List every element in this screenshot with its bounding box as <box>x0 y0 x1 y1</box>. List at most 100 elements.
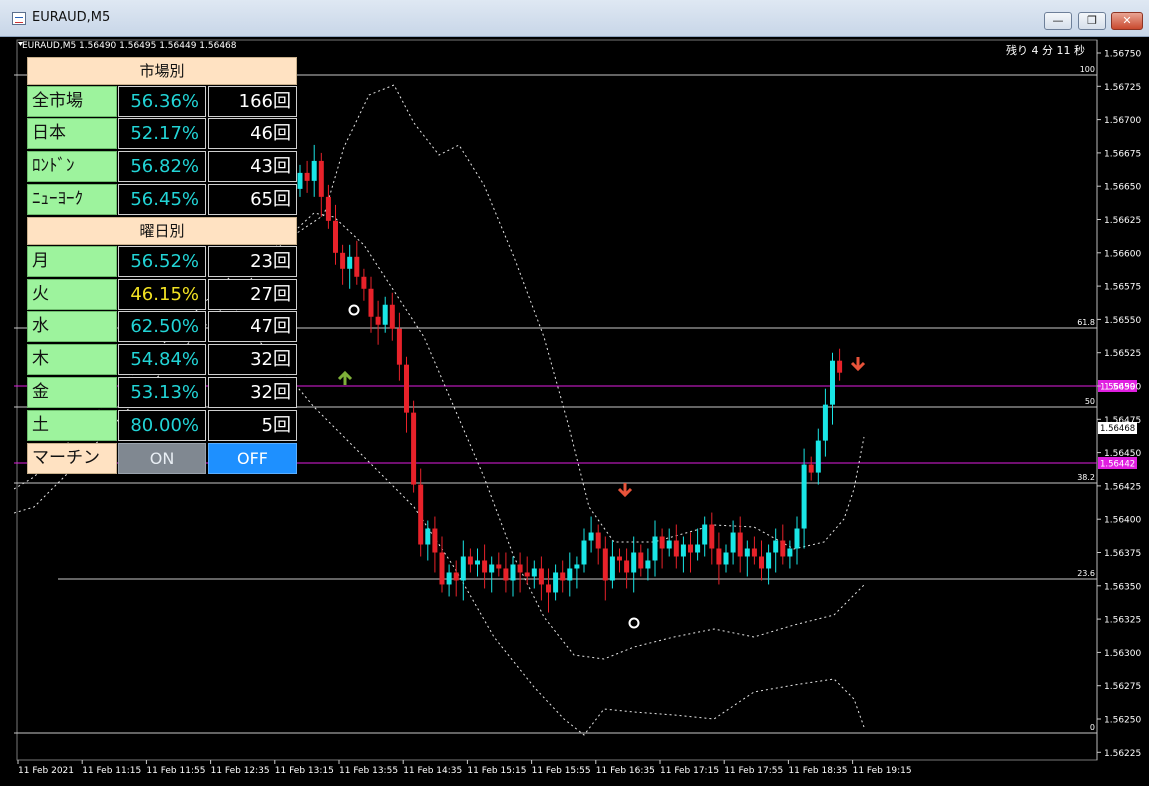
price-tick-label: 1.56625 <box>1104 216 1141 226</box>
price-tick-label: 1.56550 <box>1104 316 1141 326</box>
martingale-on-button[interactable]: ON <box>118 443 206 474</box>
martingale-label: マーチン <box>27 443 117 474</box>
bear-candle-body <box>709 524 715 549</box>
bear-candle-body <box>375 316 381 325</box>
market-row-london: ﾛﾝﾄﾞﾝ 56.82% 43回 <box>27 151 299 182</box>
price-tick-label: 1.56675 <box>1104 149 1141 159</box>
bull-candle-body <box>730 532 736 553</box>
time-tick-label: 11 Feb 14:35 <box>403 766 462 776</box>
weekday-row-mon: 月 56.52% 23回 <box>27 246 299 277</box>
bear-candle-body <box>617 556 622 561</box>
martingale-off-button[interactable]: OFF <box>208 443 297 474</box>
fib-level-label: 0 <box>1090 723 1095 732</box>
bull-candle-body <box>460 556 466 581</box>
weekday-row-sat: 土 80.00% 5回 <box>27 410 299 441</box>
magenta-price-label: 1.56442 <box>1100 460 1135 470</box>
bear-candle-body <box>318 160 324 197</box>
bull-candle-body <box>446 572 452 585</box>
chart-header: EURAUD,M5 1.56490 1.56495 1.56449 1.5646… <box>22 41 237 51</box>
time-tick-label: 11 Feb 11:55 <box>146 766 205 776</box>
price-tick-label: 1.56600 <box>1104 249 1141 259</box>
market-label: ﾆｭｰﾖｰｸ <box>27 184 117 215</box>
bear-candle-body <box>482 560 488 573</box>
weekday-label: 火 <box>27 279 117 310</box>
bull-candle-body <box>425 528 431 545</box>
weekday-trade-count: 32回 <box>208 344 297 375</box>
weekday-header: 曜日別 <box>27 217 297 245</box>
price-tick-label: 1.56350 <box>1104 582 1141 592</box>
weekday-trade-count: 47回 <box>208 311 297 342</box>
bull-candle-body <box>489 564 495 573</box>
fib-level-label: 50 <box>1085 397 1095 406</box>
bear-candle-body <box>453 572 459 581</box>
bear-candle-body <box>411 412 417 485</box>
bull-candle-body <box>773 540 779 553</box>
weekday-win-rate: 80.00% <box>118 410 206 441</box>
time-tick-label: 11 Feb 12:35 <box>211 766 270 776</box>
fib-level-label: 38.2 <box>1077 473 1095 482</box>
price-tick-label: 1.56475 <box>1104 416 1141 426</box>
bear-candle-body <box>560 572 566 581</box>
bull-candle-body <box>723 552 729 565</box>
time-tick-label: 11 Feb 11:15 <box>82 766 141 776</box>
bear-candle-body <box>467 556 473 565</box>
bear-candle-body <box>524 572 530 577</box>
bear-candle-body <box>595 532 601 549</box>
bull-candle-body <box>510 564 516 581</box>
bear-candle-body <box>439 552 445 585</box>
weekday-row-fri: 金 53.13% 32回 <box>27 377 299 408</box>
bear-candle-body <box>780 540 786 557</box>
weekday-label: 月 <box>27 246 117 277</box>
market-trade-count: 166回 <box>208 86 297 117</box>
weekday-label: 木 <box>27 344 117 375</box>
market-label: 全市場 <box>27 86 117 117</box>
close-button[interactable]: ✕ <box>1111 12 1143 30</box>
price-tick-label: 1.56750 <box>1104 50 1141 60</box>
bull-candle-body <box>588 532 594 541</box>
window-title: EURAUD,M5 <box>32 10 111 25</box>
bull-candle-body <box>652 536 658 561</box>
price-tick-label: 1.56425 <box>1104 482 1141 492</box>
market-win-rate: 56.45% <box>118 184 206 215</box>
weekday-label: 水 <box>27 311 117 342</box>
market-row-tokyo: 日本 52.17% 46回 <box>27 118 299 149</box>
bull-candle-body <box>382 304 388 325</box>
bear-candle-body <box>716 548 722 565</box>
time-tick-label: 11 Feb 17:55 <box>724 766 783 776</box>
market-label: 日本 <box>27 118 117 149</box>
fib-level-label: 23.6 <box>1077 569 1095 578</box>
bear-candle-body <box>503 568 509 581</box>
market-row-newyork: ﾆｭｰﾖｰｸ 56.45% 65回 <box>27 184 299 215</box>
bear-candle-body <box>546 584 551 593</box>
bear-candle-body <box>673 540 679 557</box>
restore-button[interactable]: ❐ <box>1078 12 1106 30</box>
time-tick-label: 11 Feb 15:15 <box>467 766 526 776</box>
bull-candle-body <box>766 552 772 569</box>
bear-candle-body <box>404 364 409 413</box>
bear-candle-body <box>389 304 395 329</box>
bear-candle-body <box>496 564 502 569</box>
bear-candle-body <box>759 556 764 569</box>
window-titlebar: EURAUD,M5 — ❐ ✕ <box>0 0 1149 37</box>
bull-candle-body <box>801 464 807 529</box>
weekday-trade-count: 5回 <box>208 410 297 441</box>
bear-candle-body <box>361 276 367 289</box>
time-tick-label: 11 Feb 13:55 <box>339 766 398 776</box>
weekday-row-tue: 火 46.15% 27回 <box>27 279 299 310</box>
price-tick-label: 1.56250 <box>1104 716 1141 726</box>
bear-candle-body <box>396 328 402 365</box>
weekday-trade-count: 23回 <box>208 246 297 277</box>
weekday-row-wed: 水 62.50% 47回 <box>27 311 299 342</box>
bull-candle-body <box>744 548 750 557</box>
bear-candle-body <box>333 220 338 253</box>
price-tick-label: 1.56575 <box>1104 283 1141 293</box>
time-tick-label: 11 Feb 17:15 <box>660 766 719 776</box>
fib-level-label: 100 <box>1080 65 1095 74</box>
weekday-win-rate: 53.13% <box>118 377 206 408</box>
price-tick-label: 1.56300 <box>1104 649 1141 659</box>
price-tick-label: 1.56225 <box>1104 749 1141 759</box>
minimize-button[interactable]: — <box>1044 12 1072 30</box>
market-win-rate: 56.82% <box>118 151 206 182</box>
bull-candle-body <box>475 560 480 565</box>
bull-candle-body <box>645 560 651 569</box>
